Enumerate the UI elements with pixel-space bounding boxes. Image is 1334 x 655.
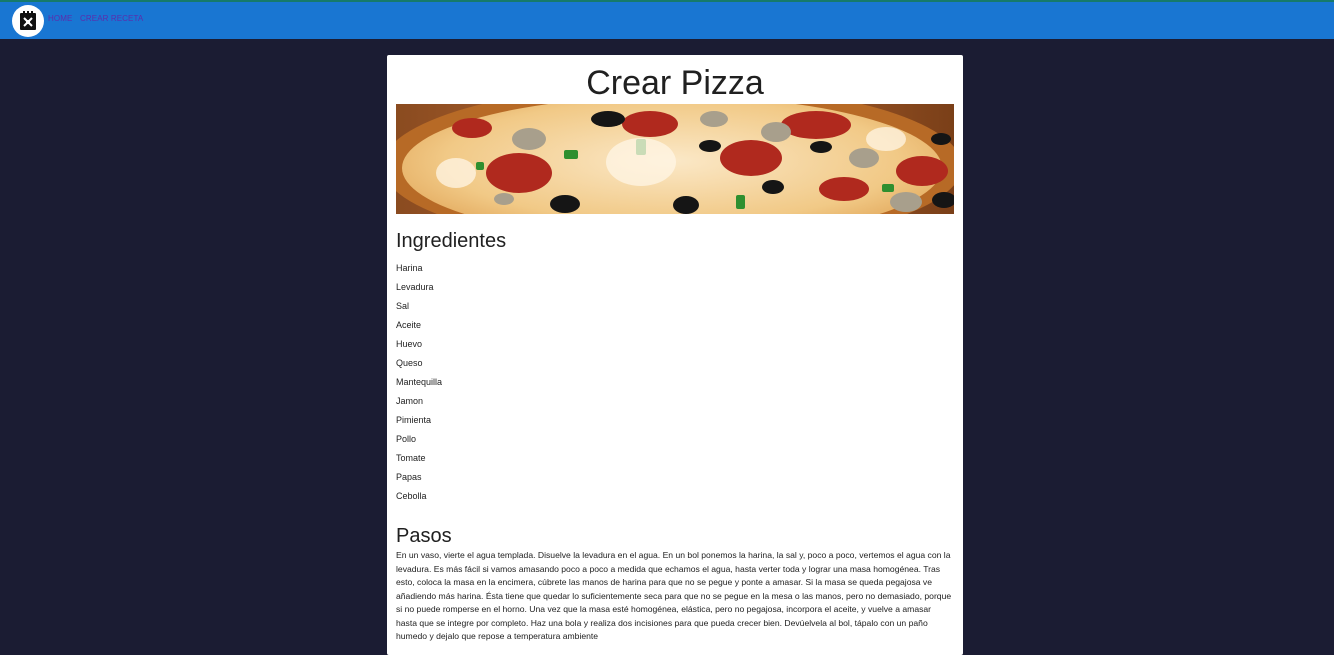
ingredient-item: Queso: [396, 358, 423, 368]
ingredient-item: Papas: [396, 472, 422, 482]
pizza-image: [396, 104, 954, 214]
ingredient-item: Pollo: [396, 434, 417, 444]
ingredient-item: Mantequilla: [396, 377, 443, 387]
nav-home-link[interactable]: HOME: [48, 14, 72, 23]
recipe-card: Crear Pizza Ingredientes Harina Levadura…: [387, 55, 963, 655]
ingredient-item: Sal: [396, 301, 410, 311]
ingredient-item: Cebolla: [396, 491, 427, 501]
ingredient-item: Tomate: [396, 453, 426, 463]
ingredient-item: Aceite: [396, 320, 422, 330]
chef-logo-icon: [20, 11, 36, 30]
ingredient-item: Harina: [396, 263, 423, 273]
logo[interactable]: [12, 5, 44, 37]
steps-text: En un vaso, vierte el agua templada. Dis…: [396, 550, 952, 641]
ingredients-title: Ingredientes: [396, 230, 507, 252]
navbar: HOME CREAR RECETA: [0, 2, 1334, 39]
steps-title: Pasos: [396, 525, 452, 547]
ingredient-item: Pimienta: [396, 415, 432, 425]
nav-create-recipe-link[interactable]: CREAR RECETA: [80, 14, 143, 23]
recipe-title: Crear Pizza: [586, 64, 764, 102]
ingredient-item: Jamon: [396, 396, 424, 406]
ingredients-list: Harina Levadura Sal Aceite Huevo Queso M…: [396, 261, 442, 508]
ingredient-item: Levadura: [396, 282, 434, 292]
ingredient-item: Huevo: [396, 339, 423, 349]
